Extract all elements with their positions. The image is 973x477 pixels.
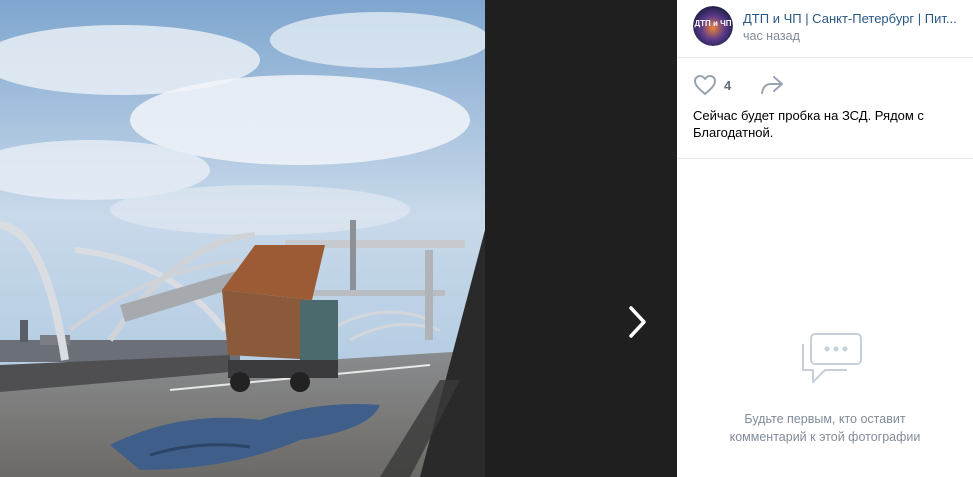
like-count: 4 [724, 77, 732, 93]
post-time[interactable]: час назад [743, 29, 800, 43]
photo-viewer [0, 0, 677, 477]
like-button[interactable]: 4 [693, 74, 731, 96]
avatar[interactable]: ДТП и ЧП [693, 6, 733, 46]
share-button[interactable] [759, 74, 785, 101]
divider [677, 158, 973, 159]
photo-info-panel: ДТП и ЧП ДТП и ЧП | Санкт-Петербург | Пи… [677, 0, 973, 477]
photo-image [0, 0, 485, 477]
viewer-backdrop [485, 0, 677, 477]
post-author: ДТП и ЧП ДТП и ЧП | Санкт-Петербург | Пи… [693, 6, 973, 50]
photo[interactable] [0, 0, 485, 477]
author-name-link[interactable]: ДТП и ЧП | Санкт-Петербург | Пит... [743, 11, 971, 26]
next-photo-button[interactable] [620, 300, 656, 344]
avatar-label: ДТП и ЧП [694, 19, 731, 28]
post-text: Сейчас будет пробка на ЗСД. Рядом с Благ… [693, 108, 924, 140]
comments-empty-text: Будьте первым, кто оставит комментарий к… [729, 412, 921, 444]
chevron-right-icon [629, 306, 646, 338]
divider [677, 57, 973, 58]
share-arrow-icon [761, 76, 783, 94]
heart-icon [694, 75, 716, 95]
comments-placeholder [799, 330, 865, 395]
post-actions: 4 [693, 74, 813, 100]
speech-bubble-icon [802, 333, 862, 383]
